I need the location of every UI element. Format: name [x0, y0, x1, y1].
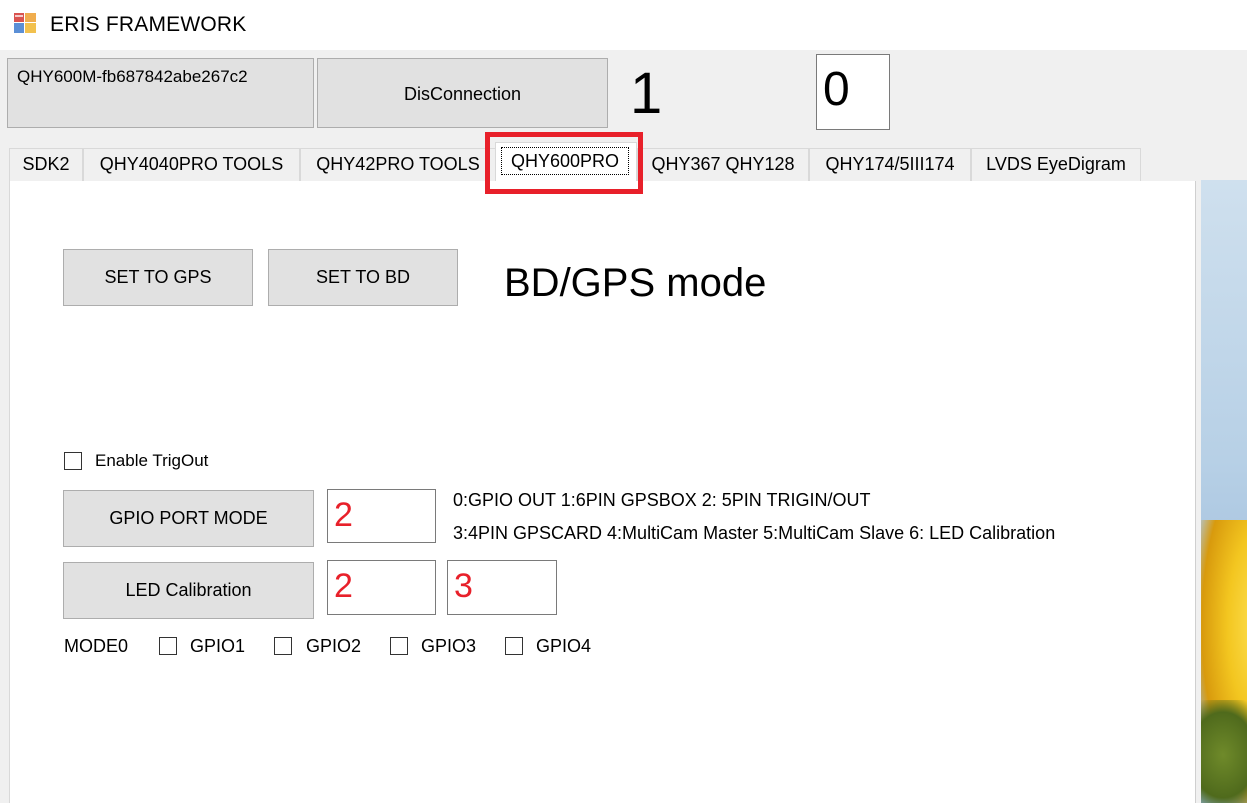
device-button[interactable]: QHY600M-fb687842abe267c2 [7, 58, 314, 128]
gpio3-label: GPIO3 [421, 636, 477, 656]
tab-qhy174[interactable]: QHY174/5III174 [809, 148, 971, 181]
tab-qhy367-qhy128[interactable]: QHY367 QHY128 [637, 148, 809, 181]
connection-count-label: 1 [630, 61, 663, 126]
gpio2-checkbox[interactable] [274, 637, 292, 655]
tab-qhy600pro-label: QHY600PRO [501, 147, 629, 175]
gpio-mode-help-line-1: 0:GPIO OUT 1:6PIN GPSBOX 2: 5PIN TRIGIN/… [453, 490, 871, 510]
window-title: ERIS FRAMEWORK [50, 13, 247, 36]
led-calibration-input-2[interactable]: 3 [447, 560, 557, 615]
windows-form-icon [14, 13, 36, 33]
led-calibration-button[interactable]: LED Calibration [63, 562, 314, 619]
gpio-mode-input[interactable]: 2 [327, 489, 436, 543]
gpio3-checkbox[interactable] [390, 637, 408, 655]
gpio4-checkbox[interactable] [505, 637, 523, 655]
enable-trigout-checkbox[interactable] [64, 452, 82, 470]
tab-sdk2[interactable]: SDK2 [9, 148, 83, 181]
gpio2-label: GPIO2 [306, 636, 362, 656]
set-to-gps-button[interactable]: SET TO GPS [63, 249, 253, 306]
background-image [1201, 180, 1247, 803]
gpio-mode-help-line-2: 3:4PIN GPSCARD 4:MultiCam Master 5:Multi… [453, 523, 1056, 543]
bd-gps-mode-label: BD/GPS mode [504, 261, 767, 305]
gpio-port-mode-button[interactable]: GPIO PORT MODE [63, 490, 314, 547]
gpio4-label: GPIO4 [536, 636, 592, 656]
tab-qhy42pro-tools[interactable]: QHY42PRO TOOLS [300, 148, 496, 181]
enable-trigout-label: Enable TrigOut [95, 451, 209, 470]
led-calibration-input-1[interactable]: 2 [327, 560, 436, 615]
disconnect-button[interactable]: DisConnection [317, 58, 608, 128]
value-field[interactable]: 0 [816, 54, 890, 130]
tab-lvds-eyedigram[interactable]: LVDS EyeDigram [971, 148, 1141, 181]
mode0-label: MODE0 [64, 636, 129, 656]
tab-qhy600pro[interactable]: QHY600PRO [495, 142, 637, 182]
set-to-bd-button[interactable]: SET TO BD [268, 249, 458, 306]
leaf-image-part [1201, 700, 1247, 803]
gpio1-label: GPIO1 [190, 636, 246, 656]
gpio1-checkbox[interactable] [159, 637, 177, 655]
tab-qhy4040pro-tools[interactable]: QHY4040PRO TOOLS [83, 148, 300, 181]
